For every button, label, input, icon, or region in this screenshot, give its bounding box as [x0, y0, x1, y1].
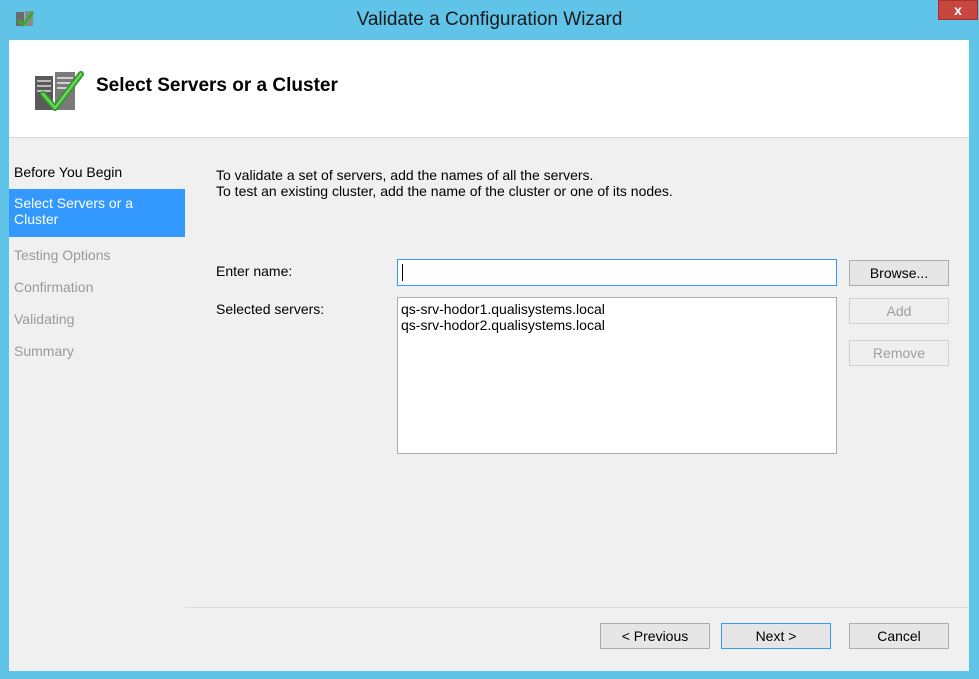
wizard-window: Validate a Configuration Wizard x Select…	[0, 0, 979, 679]
page-title: Select Servers or a Cluster	[96, 75, 338, 96]
nav-step-before-you-begin[interactable]: Before You Begin	[9, 162, 185, 182]
wizard-client: Select Servers or a Cluster Before You B…	[9, 40, 969, 671]
add-button[interactable]: Add	[849, 298, 949, 324]
nav-step-validating: Validating	[14, 311, 75, 327]
nav-step-label: Select Servers or a Cluster	[14, 195, 134, 227]
nav-step-select-servers[interactable]: Select Servers or a Cluster	[9, 189, 185, 237]
selected-servers-list[interactable]: qs-srv-hodor1.qualisystems.local qs-srv-…	[397, 297, 837, 454]
intro-line-2: To test an existing cluster, add the nam…	[216, 183, 673, 199]
list-item[interactable]: qs-srv-hodor1.qualisystems.local	[401, 301, 605, 317]
nav-step-summary: Summary	[14, 343, 74, 359]
list-item[interactable]: qs-srv-hodor2.qualisystems.local	[401, 317, 605, 333]
enter-name-input[interactable]	[397, 259, 837, 286]
nav-step-confirmation: Confirmation	[14, 279, 94, 295]
browse-button[interactable]: Browse...	[849, 260, 949, 286]
wizard-content: To validate a set of servers, add the na…	[185, 138, 969, 671]
cancel-button[interactable]: Cancel	[849, 623, 949, 649]
intro-line-1: To validate a set of servers, add the na…	[216, 167, 594, 183]
next-button[interactable]: Next >	[721, 623, 831, 649]
intro-text: To validate a set of servers, add the na…	[216, 167, 673, 199]
close-icon: x	[954, 2, 962, 18]
wizard-header: Select Servers or a Cluster	[9, 40, 969, 137]
text-caret	[402, 264, 403, 281]
server-check-icon	[35, 71, 84, 111]
title-bar[interactable]: Validate a Configuration Wizard x	[0, 0, 979, 40]
wizard-steps: Before You Begin Select Servers or a Clu…	[9, 138, 185, 671]
close-button[interactable]: x	[938, 0, 978, 20]
enter-name-label: Enter name:	[216, 263, 293, 279]
footer-divider	[185, 607, 969, 608]
remove-button[interactable]: Remove	[849, 340, 949, 366]
selected-servers-label: Selected servers:	[216, 301, 325, 317]
nav-step-testing-options: Testing Options	[14, 247, 111, 263]
window-title: Validate a Configuration Wizard	[356, 9, 623, 30]
previous-button[interactable]: < Previous	[600, 623, 710, 649]
